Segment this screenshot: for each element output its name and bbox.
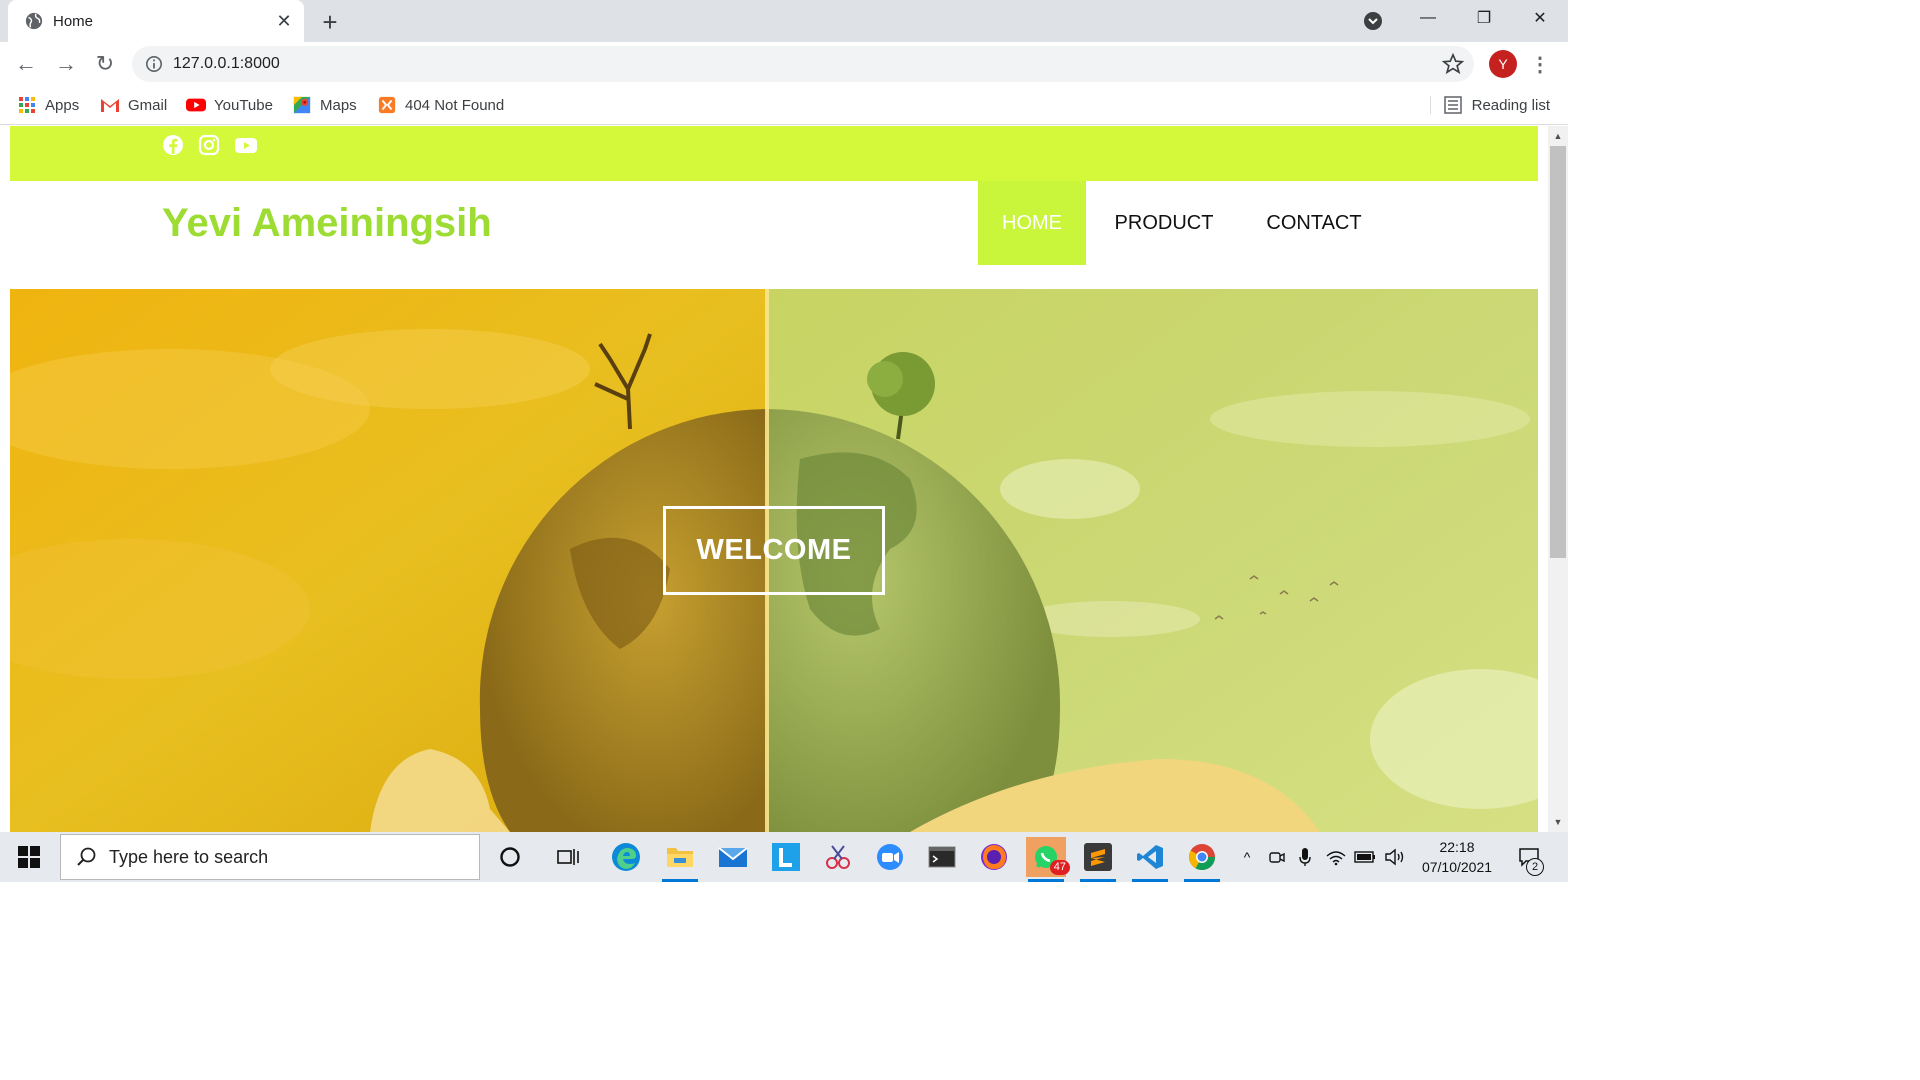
globe-icon xyxy=(25,12,43,30)
url-text[interactable]: 127.0.0.1:8000 xyxy=(173,55,280,73)
scrollbar-thumb[interactable] xyxy=(1550,146,1566,558)
apps-grid-icon xyxy=(19,97,35,113)
page-scrollbar[interactable]: ▲ ▼ xyxy=(1548,126,1568,832)
bookmark-label: Maps xyxy=(320,96,357,114)
notification-center-icon[interactable]: 2 xyxy=(1512,844,1546,876)
whatsapp-icon[interactable]: 47 xyxy=(1026,837,1070,882)
hero-banner: WELCOME xyxy=(10,289,1538,832)
start-button[interactable] xyxy=(0,832,58,882)
windows-logo-icon xyxy=(18,846,40,868)
forward-button[interactable]: → xyxy=(50,48,82,80)
mail-icon[interactable] xyxy=(713,837,753,877)
separator xyxy=(1429,96,1431,114)
nav-home[interactable]: HOME xyxy=(978,181,1086,265)
whatsapp-badge: 47 xyxy=(1049,860,1070,875)
task-view-icon[interactable] xyxy=(548,837,588,877)
bookmark-apps[interactable]: Apps xyxy=(17,94,79,116)
scroll-up-arrow[interactable]: ▲ xyxy=(1548,128,1568,144)
browser-toolbar: ← → ↻ 127.0.0.1:8000 Y ⋮ xyxy=(0,42,1568,86)
microphone-icon[interactable] xyxy=(1294,844,1316,870)
profile-avatar[interactable]: Y xyxy=(1489,50,1517,78)
nav-contact[interactable]: CONTACT xyxy=(1256,181,1372,265)
chrome-icon[interactable] xyxy=(1182,837,1222,882)
minimize-button[interactable]: — xyxy=(1400,0,1456,36)
reading-list-label: Reading list xyxy=(1471,96,1550,114)
snipping-tool-icon[interactable] xyxy=(818,837,858,877)
brand-logo[interactable]: Yevi Ameiningsih xyxy=(162,201,492,246)
tab-search-icon[interactable] xyxy=(1360,10,1386,32)
instagram-icon[interactable] xyxy=(198,134,220,156)
bookmark-404[interactable]: 404 Not Found xyxy=(377,94,504,116)
reading-list-button[interactable]: Reading list xyxy=(1429,94,1550,116)
new-tab-button[interactable]: + xyxy=(316,7,344,37)
volume-icon[interactable] xyxy=(1382,844,1408,870)
restore-button[interactable]: ❐ xyxy=(1456,0,1512,36)
close-tab-icon[interactable]: ✕ xyxy=(270,7,298,35)
chrome-menu-icon[interactable]: ⋮ xyxy=(1528,50,1552,78)
bookmarks-bar: Apps Gmail YouTube Maps 404 Not Found Re… xyxy=(0,86,1568,125)
edge-icon[interactable] xyxy=(606,837,646,877)
bookmark-gmail[interactable]: Gmail xyxy=(100,94,167,116)
nav-product[interactable]: PRODUCT xyxy=(1106,181,1222,265)
bookmark-star-icon[interactable] xyxy=(1442,53,1464,75)
search-placeholder: Type here to search xyxy=(109,846,269,867)
battery-icon[interactable] xyxy=(1352,844,1378,870)
vscode-icon[interactable] xyxy=(1130,837,1170,882)
windows-taskbar: Type here to search 47 ^ 22:18 07/10/202… xyxy=(0,832,1568,882)
taskbar-search[interactable]: Type here to search xyxy=(60,834,480,880)
xampp-icon xyxy=(378,96,396,114)
social-topbar xyxy=(10,126,1538,181)
facebook-icon[interactable] xyxy=(162,134,184,156)
bookmark-youtube[interactable]: YouTube xyxy=(186,94,273,116)
youtube-icon xyxy=(186,98,206,112)
site-header: Yevi Ameiningsih HOME PRODUCT CONTACT xyxy=(10,181,1538,289)
bookmark-label: Gmail xyxy=(128,96,168,114)
info-icon[interactable] xyxy=(145,55,163,73)
wifi-icon[interactable] xyxy=(1324,844,1348,870)
notification-count: 2 xyxy=(1526,858,1544,876)
close-window-button[interactable]: ✕ xyxy=(1512,0,1568,36)
browser-tab[interactable]: Home ✕ xyxy=(8,0,304,42)
sublime-text-icon[interactable] xyxy=(1078,837,1118,882)
bookmark-label: Apps xyxy=(45,96,80,114)
file-explorer-icon[interactable] xyxy=(660,837,700,882)
reading-list-icon xyxy=(1443,96,1462,114)
bookmark-maps[interactable]: Maps xyxy=(292,94,357,116)
page-viewport: Yevi Ameiningsih HOME PRODUCT CONTACT WE… xyxy=(0,126,1548,832)
clock-date: 07/10/2021 xyxy=(1421,859,1493,875)
bookmark-label: YouTube xyxy=(214,96,273,114)
zoom-icon[interactable] xyxy=(870,837,910,877)
gmail-icon xyxy=(101,99,119,112)
back-button[interactable]: ← xyxy=(10,48,42,80)
cortana-icon[interactable] xyxy=(490,837,530,877)
reload-button[interactable]: ↻ xyxy=(89,48,121,80)
firefox-icon[interactable] xyxy=(974,837,1014,877)
bookmark-label: 404 Not Found xyxy=(405,96,505,114)
meet-now-icon[interactable] xyxy=(1266,844,1288,870)
scroll-down-arrow[interactable]: ▼ xyxy=(1548,814,1568,830)
system-clock[interactable]: 22:18 07/10/2021 xyxy=(1412,837,1502,877)
tab-title: Home xyxy=(53,12,94,30)
tab-strip: Home ✕ + — ❐ ✕ xyxy=(0,0,1568,42)
clock-time: 22:18 xyxy=(1439,839,1475,855)
maps-icon xyxy=(293,96,311,114)
terminal-icon[interactable] xyxy=(922,837,962,877)
search-icon xyxy=(77,847,96,866)
address-bar[interactable]: 127.0.0.1:8000 xyxy=(132,46,1474,82)
youtube-icon[interactable] xyxy=(234,134,258,156)
show-hidden-icons[interactable]: ^ xyxy=(1236,844,1258,870)
welcome-button[interactable]: WELCOME xyxy=(663,506,885,595)
l-app-icon[interactable] xyxy=(766,837,806,877)
